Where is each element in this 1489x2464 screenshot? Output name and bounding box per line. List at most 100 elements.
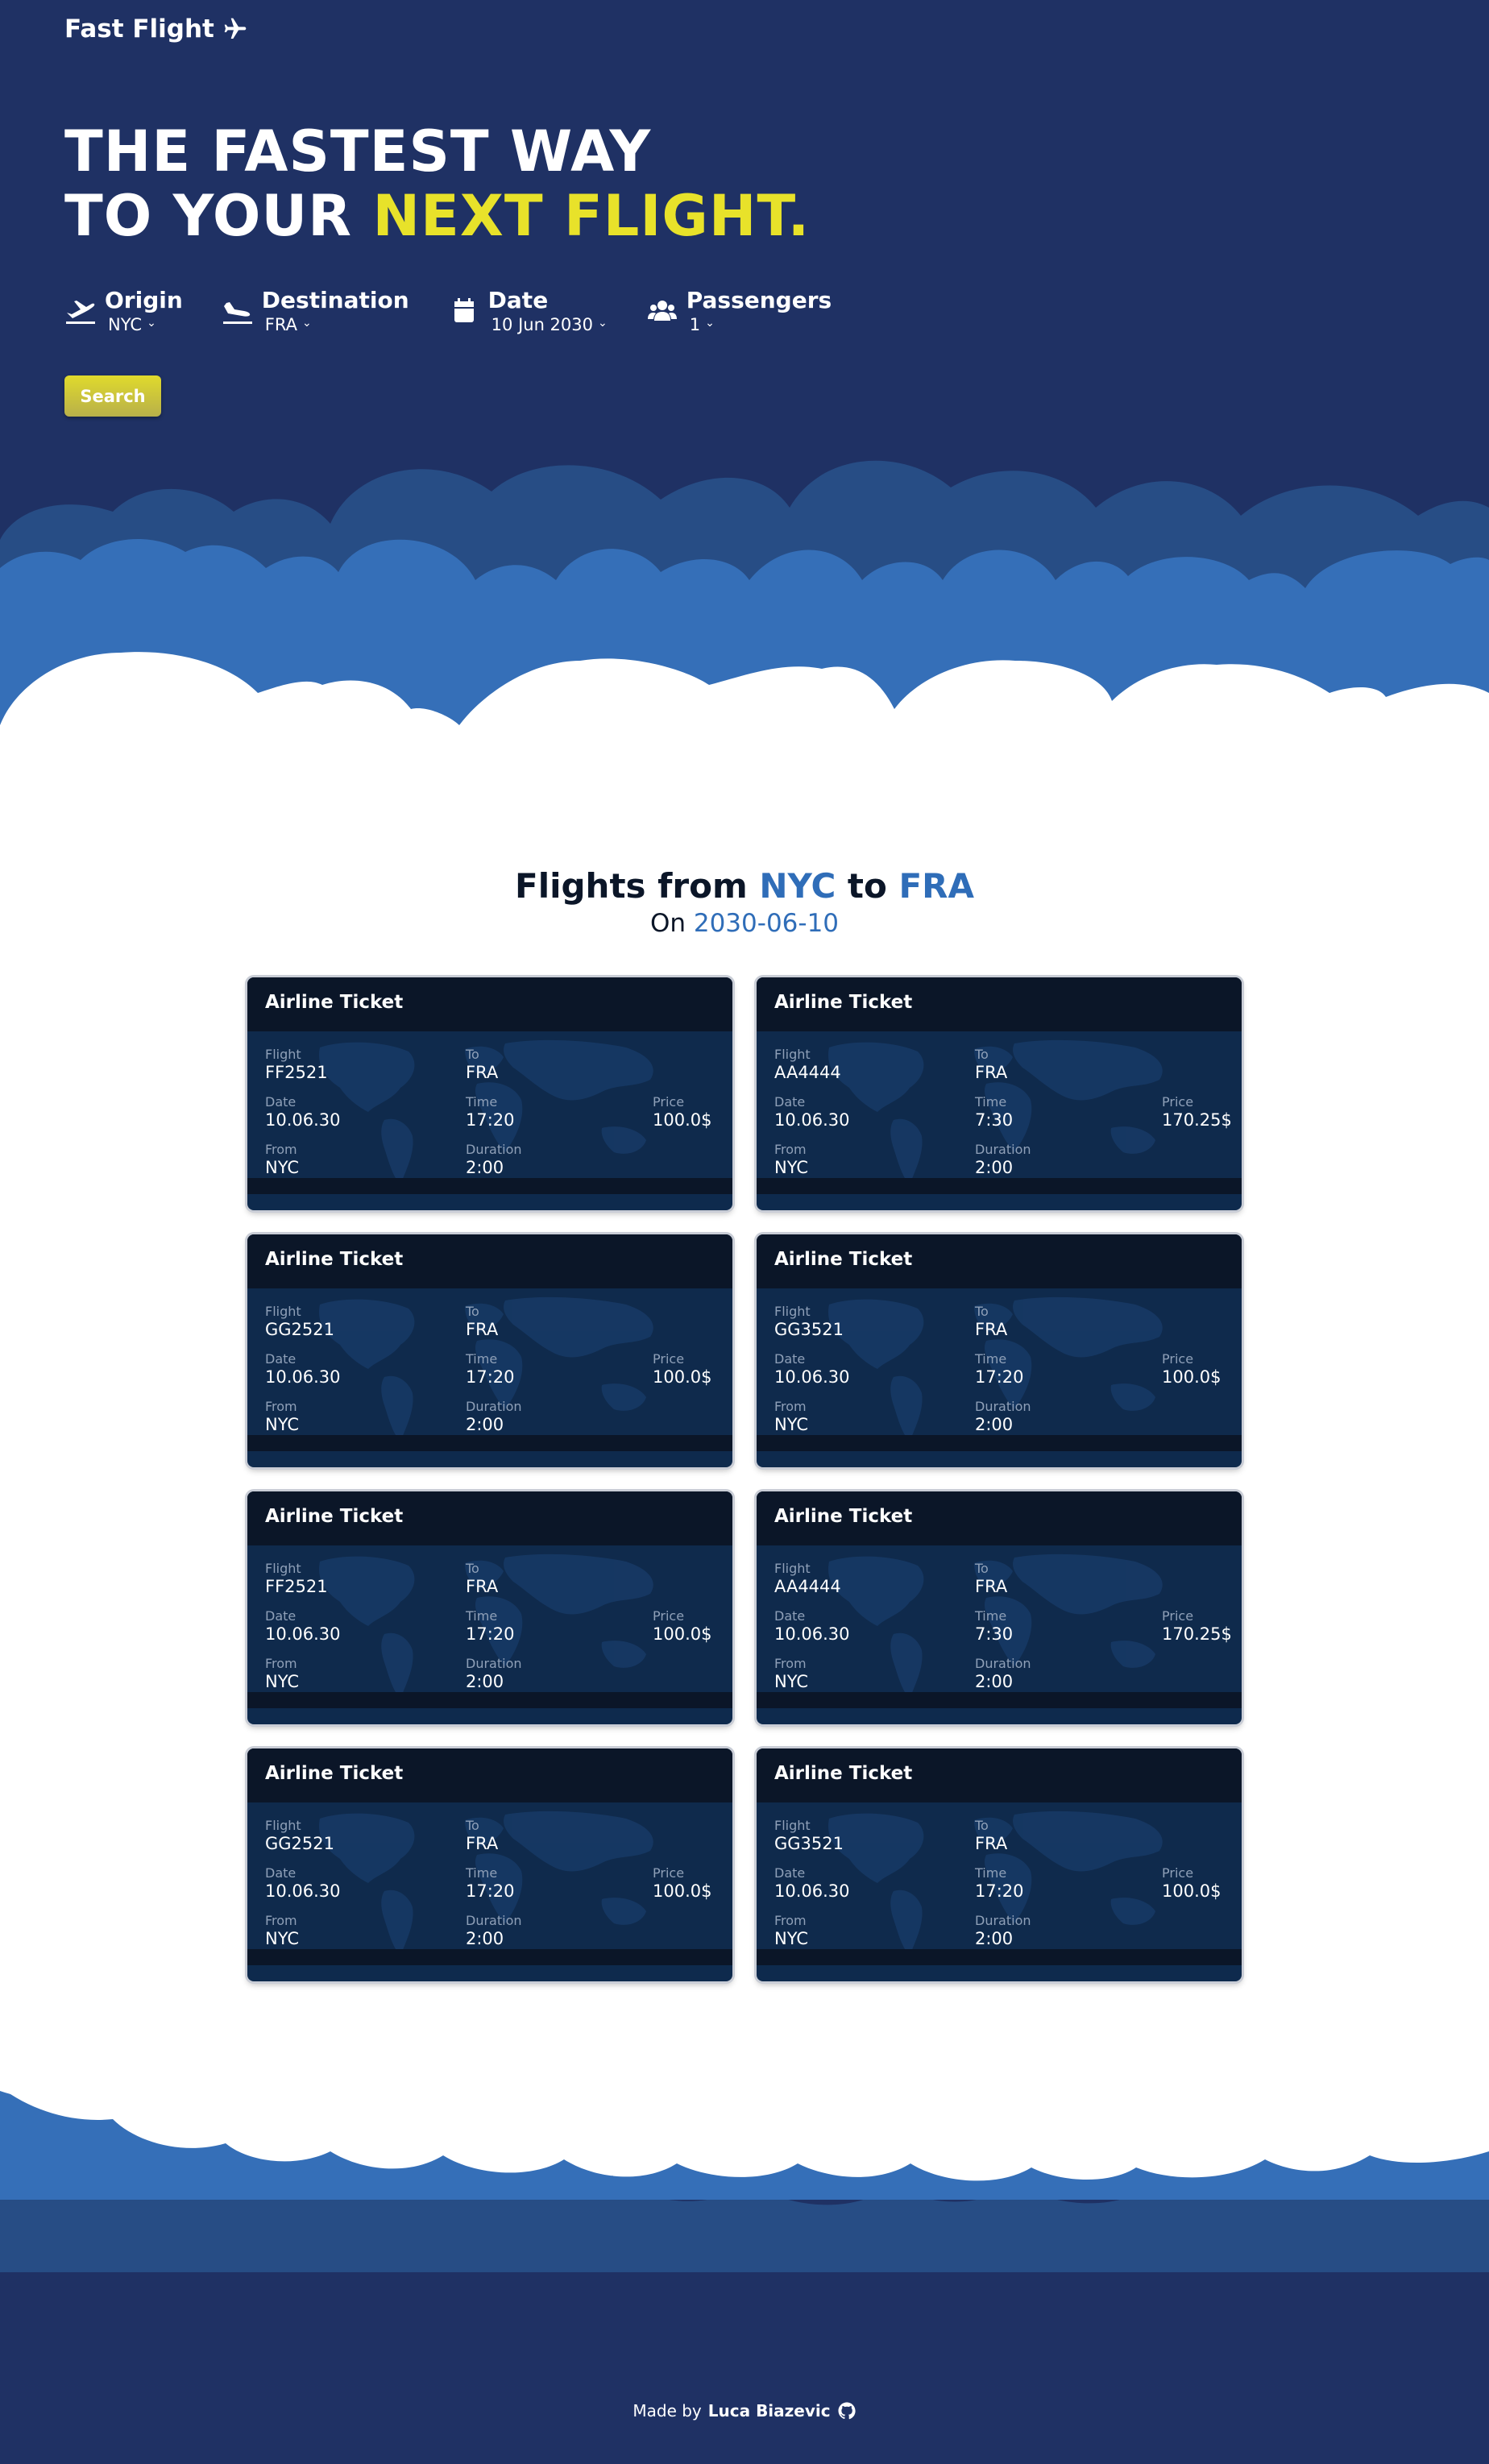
- duration-value: 2:00: [975, 1158, 1014, 1177]
- passengers-label: Passengers: [686, 287, 832, 313]
- headline-line2-prefix: TO YOUR: [64, 183, 373, 249]
- flight-label: Flight: [265, 1818, 301, 1833]
- ticket-card[interactable]: Airline Ticket Flight AA4444 To FRA Date…: [757, 977, 1242, 1210]
- ticket-footer-strip: [757, 1692, 1242, 1708]
- price-value: 170.25$: [1162, 1624, 1232, 1644]
- clouds-top: [0, 460, 1489, 733]
- chevron-down-icon: ⌄: [598, 317, 608, 330]
- ticket-body: Flight AA4444 To FRA Date 10.06.30 Time …: [757, 1031, 1242, 1194]
- time-value: 17:20: [466, 1367, 515, 1387]
- duration-value: 2:00: [466, 1929, 504, 1948]
- price-field: Price 170.25$: [1162, 1095, 1232, 1130]
- duration-label: Duration: [466, 1142, 522, 1157]
- origin-label: Origin: [105, 287, 183, 313]
- github-icon[interactable]: [837, 2401, 856, 2420]
- from-field: From NYC: [265, 1657, 299, 1692]
- time-field: Time 17:20: [975, 1866, 1024, 1902]
- ticket-list: Airline Ticket Flight FF2521 To FRA Date…: [247, 977, 1242, 1981]
- from-value: NYC: [774, 1929, 809, 1948]
- from-field: From NYC: [265, 1400, 299, 1435]
- date-value: 10.06.30: [265, 1110, 341, 1130]
- to-value: FRA: [975, 1577, 1008, 1596]
- price-field: Price 100.0$: [653, 1866, 711, 1902]
- time-value: 7:30: [975, 1624, 1014, 1644]
- duration-field: Duration 2:00: [466, 1914, 522, 1949]
- origin-select[interactable]: Origin NYC ⌄: [64, 287, 183, 335]
- from-label: From: [265, 1399, 297, 1414]
- flight-field: Flight AA4444: [774, 1562, 841, 1597]
- results-destination: FRA: [898, 866, 974, 906]
- ticket-card[interactable]: Airline Ticket Flight GG3521 To FRA Date…: [757, 1234, 1242, 1467]
- date-field: Date 10.06.30: [774, 1866, 850, 1902]
- date-value: 10.06.30: [774, 1367, 850, 1387]
- ticket-card[interactable]: Airline Ticket Flight AA4444 To FRA Date…: [757, 1491, 1242, 1724]
- flight-value: FF2521: [265, 1063, 328, 1082]
- from-value: NYC: [265, 1929, 300, 1948]
- price-value: 100.0$: [1162, 1367, 1221, 1387]
- airplane-icon: [224, 18, 247, 39]
- ticket-card[interactable]: Airline Ticket Flight GG2521 To FRA Date…: [247, 1234, 732, 1467]
- duration-label: Duration: [975, 1142, 1031, 1157]
- flight-label: Flight: [774, 1818, 811, 1833]
- brand-logo[interactable]: Fast Flight: [64, 15, 248, 44]
- ticket-header: Airline Ticket: [757, 1748, 1242, 1802]
- time-field: Time 7:30: [975, 1609, 1013, 1645]
- date-select[interactable]: Date 10 Jun 2030 ⌄: [448, 287, 608, 335]
- from-label: From: [265, 1913, 297, 1928]
- from-field: From NYC: [265, 1143, 299, 1178]
- search-button[interactable]: Search: [64, 375, 161, 417]
- duration-field: Duration 2:00: [975, 1914, 1031, 1949]
- calendar-icon: [448, 295, 480, 327]
- flight-label: Flight: [774, 1304, 811, 1319]
- to-label: To: [466, 1561, 479, 1576]
- ticket-card[interactable]: Airline Ticket Flight FF2521 To FRA Date…: [247, 977, 732, 1210]
- flight-value: AA4444: [774, 1577, 841, 1596]
- ticket-card[interactable]: Airline Ticket Flight FF2521 To FRA Date…: [247, 1491, 732, 1724]
- to-value: FRA: [466, 1834, 499, 1853]
- duration-value: 2:00: [975, 1415, 1014, 1434]
- date-label: Date: [774, 1094, 806, 1110]
- price-field: Price 170.25$: [1162, 1609, 1232, 1645]
- date-label: Date: [774, 1351, 806, 1367]
- chevron-down-icon: ⌄: [147, 317, 156, 330]
- date-label: Date: [487, 287, 549, 313]
- duration-field: Duration 2:00: [975, 1657, 1031, 1692]
- flight-label: Flight: [265, 1561, 301, 1576]
- time-label: Time: [466, 1094, 498, 1110]
- to-label: To: [975, 1818, 989, 1833]
- to-value: FRA: [466, 1320, 499, 1339]
- origin-value: NYC: [108, 315, 143, 334]
- from-field: From NYC: [774, 1914, 808, 1949]
- destination-select[interactable]: Destination FRA ⌄: [222, 287, 409, 335]
- date-value: 10.06.30: [774, 1881, 850, 1901]
- duration-label: Duration: [975, 1656, 1031, 1671]
- duration-value: 2:00: [466, 1158, 504, 1177]
- date-label: Date: [265, 1608, 297, 1624]
- ticket-card[interactable]: Airline Ticket Flight GG3521 To FRA Date…: [757, 1748, 1242, 1981]
- time-value: 17:20: [466, 1110, 515, 1130]
- results-origin: NYC: [759, 866, 836, 906]
- duration-value: 2:00: [975, 1929, 1014, 1948]
- author-link[interactable]: Luca Biazevic: [708, 2401, 831, 2420]
- to-value: FRA: [975, 1063, 1008, 1082]
- duration-field: Duration 2:00: [975, 1143, 1031, 1178]
- ticket-card[interactable]: Airline Ticket Flight GG2521 To FRA Date…: [247, 1748, 732, 1981]
- time-field: Time 17:20: [466, 1866, 515, 1902]
- duration-value: 2:00: [466, 1415, 504, 1434]
- price-label: Price: [653, 1865, 685, 1881]
- duration-label: Duration: [975, 1913, 1031, 1928]
- results-title-prefix: Flights from: [515, 866, 760, 906]
- from-value: NYC: [265, 1415, 300, 1434]
- ticket-header: Airline Ticket: [247, 1491, 732, 1545]
- search-form: Origin NYC ⌄ Destination FRA ⌄ Date 10 Jun…: [64, 287, 870, 335]
- price-label: Price: [1162, 1351, 1194, 1367]
- to-value: FRA: [975, 1320, 1008, 1339]
- to-field: To FRA: [975, 1819, 1007, 1854]
- hero-section: Fast Flight THE FASTEST WAY TO YOUR NEXT…: [0, 0, 1489, 733]
- date-label: Date: [265, 1865, 297, 1881]
- ticket-body: Flight GG3521 To FRA Date 10.06.30 Time …: [757, 1288, 1242, 1451]
- results-title-mid: to: [836, 866, 899, 906]
- passengers-select[interactable]: Passengers 1 ⌄: [646, 287, 832, 335]
- to-value: FRA: [466, 1577, 499, 1596]
- time-field: Time 17:20: [466, 1609, 515, 1645]
